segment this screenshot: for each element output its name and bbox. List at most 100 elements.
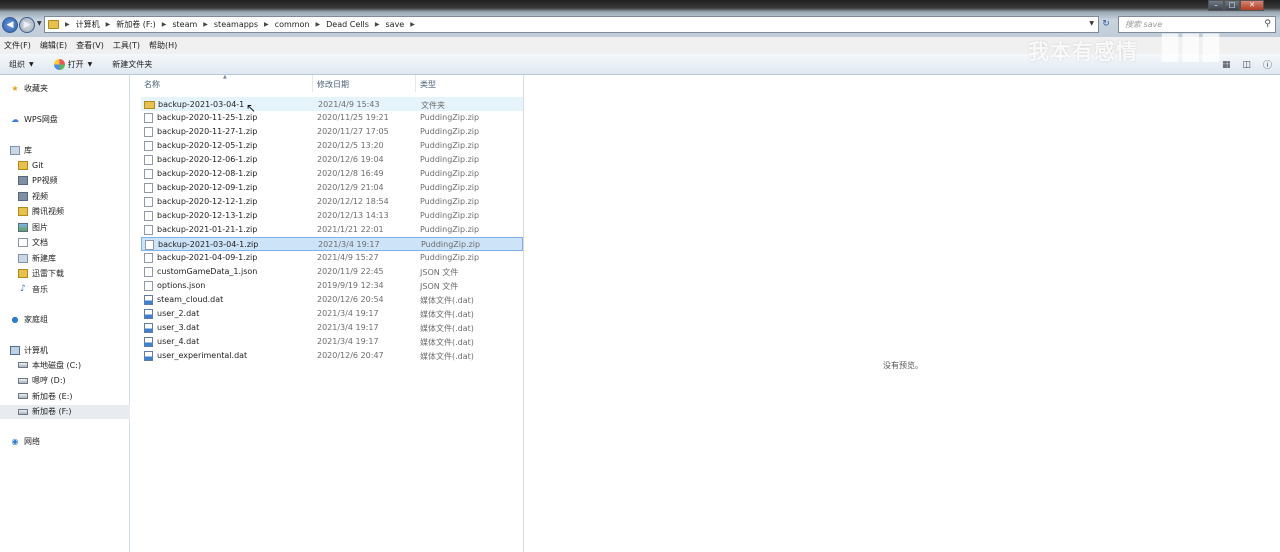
recent-pages-button[interactable]: ▼ [37, 20, 42, 27]
chevron-right-icon[interactable]: ▶ [162, 21, 167, 28]
breadcrumb-item[interactable]: 新加卷 (F:) [116, 19, 155, 30]
chevron-right-icon[interactable]: ▶ [264, 21, 269, 28]
file-row[interactable]: backup-2021-03-04-1 2021/4/9 15:43 文件夹 [141, 97, 523, 111]
file-row[interactable]: backup-2020-12-06-1.zip 2020/12/6 19:04 Pu… [141, 153, 523, 167]
menu-item[interactable]: 文件(F) [4, 40, 31, 51]
nav-item-network[interactable]: ◉ 网络 [0, 434, 130, 448]
file-row[interactable]: backup-2021-04-09-1.zip 2021/4/9 15:27 Pud… [141, 251, 523, 265]
breadcrumb-item[interactable]: common [275, 20, 310, 29]
file-row[interactable]: backup-2020-12-13-1.zip 2020/12/13 14:13 P… [141, 209, 523, 223]
column-divider[interactable] [312, 75, 313, 92]
address-field[interactable]: ▶ 计算机 ▶ 新加卷 (F:) ▶ steam ▶ steamapps ▶ common ▶ De… [44, 16, 1099, 33]
file-name: options.json [157, 281, 206, 290]
file-date: 2021/4/9 15:27 [317, 253, 379, 262]
file-row[interactable]: backup-2020-12-08-1.zip 2020/12/8 16:49 Pu… [141, 167, 523, 181]
file-name: backup-2020-12-08-1.zip [157, 169, 258, 178]
maximize-button[interactable]: □ [1224, 0, 1240, 11]
refresh-icon[interactable]: ↻ [1100, 18, 1112, 30]
nav-item-library-5[interactable]: 文档 [0, 236, 130, 250]
file-date: 2020/12/12 18:54 [317, 197, 389, 206]
file-date: 2020/12/9 21:04 [317, 183, 384, 192]
breadcrumb-item[interactable]: save [386, 20, 405, 29]
file-row[interactable]: backup-2020-11-25-1.zip 2020/11/25 19:21 P… [141, 111, 523, 125]
file-row[interactable]: backup-2020-12-12-1.zip 2020/12/12 18:54 P… [141, 195, 523, 209]
address-dropdown-button[interactable]: ▼ [1089, 20, 1094, 27]
file-row[interactable]: user_4.dat 2021/3/4 19:17 媒体文件(.dat) [141, 335, 523, 349]
file-row[interactable]: backup-2020-12-05-1.zip 2020/12/5 13:20 Pu… [141, 139, 523, 153]
breadcrumb-item[interactable]: Dead Cells [326, 20, 369, 29]
close-button[interactable]: ✕ [1240, 0, 1264, 11]
nav-item-drive-3[interactable]: 新加卷 (F:) [0, 404, 130, 419]
chevron-right-icon[interactable]: ▶ [106, 21, 111, 28]
search-box[interactable]: ⚲ [1118, 16, 1276, 33]
drive-icon [18, 362, 28, 368]
column-name-header[interactable]: 名称 [144, 79, 160, 90]
forward-button[interactable]: ▶ [19, 17, 35, 33]
new-folder-button[interactable]: 新建文件夹 [112, 59, 152, 70]
menu-item[interactable]: 工具(T) [113, 40, 140, 51]
nav-item-library-3[interactable]: 腾讯视频 [0, 205, 130, 219]
nav-label: 家庭组 [24, 314, 48, 324]
back-button[interactable]: ◀ [2, 17, 18, 33]
sort-arrow-icon: ▲ [223, 74, 227, 80]
breadcrumb-item[interactable]: steam [172, 20, 197, 29]
nav-item-library-4[interactable]: 图片 [0, 220, 130, 234]
menu-item[interactable]: 查看(V) [76, 40, 104, 51]
file-row[interactable]: customGameData_1.json 2020/11/9 22:45 JSON… [141, 265, 523, 279]
chevron-right-icon[interactable]: ▶ [203, 21, 208, 28]
file-row[interactable]: steam_cloud.dat 2020/12/6 20:54 媒体文件(.dat) [141, 293, 523, 307]
file-date: 2021/3/4 19:17 [317, 309, 379, 318]
nav-item-library-7[interactable]: 迅雷下载 [0, 267, 130, 281]
open-button[interactable]: 打开 ▼ [53, 58, 93, 70]
column-date-header[interactable]: 修改日期 [317, 79, 349, 90]
file-type: JSON 文件 [420, 268, 459, 277]
chevron-right-icon[interactable]: ▶ [65, 21, 70, 28]
column-type-header[interactable]: 类型 [420, 79, 436, 90]
chevron-right-icon[interactable]: ▶ [375, 21, 380, 28]
nav-item-library-8[interactable]: ♪ 音乐 [0, 282, 130, 296]
caret-down-icon: ▼ [87, 60, 93, 68]
column-divider[interactable] [415, 75, 416, 92]
dat-file-icon [144, 351, 153, 361]
nav-item-drive-0[interactable]: 本地磁盘 (C:) [0, 358, 130, 372]
breadcrumb-item[interactable]: 计算机 [76, 19, 100, 30]
file-name: customGameData_1.json [157, 267, 258, 276]
nav-item-library-2[interactable]: 视频 [0, 189, 130, 203]
nav-item-library-0[interactable]: Git [0, 158, 130, 172]
nav-label: 收藏夹 [24, 83, 48, 93]
file-row[interactable]: user_experimental.dat 2020/12/6 20:47 媒体文件… [141, 349, 523, 363]
file-date: 2020/12/8 16:49 [317, 169, 384, 178]
nav-item-drive-2[interactable]: 新加卷 (E:) [0, 389, 130, 403]
file-row[interactable]: backup-2020-12-09-1.zip 2020/12/9 21:04 Pu… [141, 181, 523, 195]
nav-item-homegroup[interactable]: ● 家庭组 [0, 312, 130, 326]
breadcrumb-item[interactable]: steamapps [214, 20, 258, 29]
chevron-right-icon[interactable]: ▶ [316, 21, 321, 28]
nav-item-computer[interactable]: 计算机 [0, 343, 130, 357]
search-input[interactable] [1125, 20, 1255, 29]
nav-item-drive-1[interactable]: 嗯哼 (D:) [0, 374, 130, 388]
file-date: 2020/12/6 20:47 [317, 351, 384, 360]
file-row[interactable]: backup-2021-01-21-1.zip 2021/1/21 22:01 Pu… [141, 223, 523, 237]
dat-file-icon [144, 323, 153, 333]
file-row[interactable]: options.json 2019/9/19 12:34 JSON 文件 [141, 279, 523, 293]
nav-item-library[interactable]: 库 [0, 143, 130, 157]
help-icon[interactable]: ⓘ [1263, 58, 1272, 71]
file-row[interactable]: backup-2020-11-27-1.zip 2020/11/27 17:05 P… [141, 125, 523, 139]
preview-pane-icon[interactable]: ◫ [1242, 60, 1251, 70]
menu-item[interactable]: 帮助(H) [149, 40, 177, 51]
minimize-button[interactable]: – [1208, 0, 1224, 11]
nav-item-library-1[interactable]: PP视频 [0, 174, 130, 188]
zip-file-icon [144, 225, 153, 235]
chevron-right-icon[interactable]: ▶ [410, 21, 415, 28]
file-row[interactable]: backup-2021-03-04-1.zip 2021/3/4 19:17 Pud… [141, 237, 523, 251]
nav-item-library-6[interactable]: 新建库 [0, 251, 130, 265]
nav-item-wps[interactable]: ☁ WPS网盘 [0, 112, 130, 126]
search-icon[interactable]: ⚲ [1264, 19, 1271, 29]
file-row[interactable]: user_3.dat 2021/3/4 19:17 媒体文件(.dat) [141, 321, 523, 335]
organize-button[interactable]: 组织 ▼ [9, 59, 34, 70]
homegroup-icon: ● [11, 314, 19, 324]
file-row[interactable]: user_2.dat 2021/3/4 19:17 媒体文件(.dat) [141, 307, 523, 321]
menu-item[interactable]: 编辑(E) [40, 40, 67, 51]
nav-label: 嗯哼 (D:) [32, 376, 66, 385]
nav-item-favorites[interactable]: ★ 收藏夹 [0, 81, 130, 95]
